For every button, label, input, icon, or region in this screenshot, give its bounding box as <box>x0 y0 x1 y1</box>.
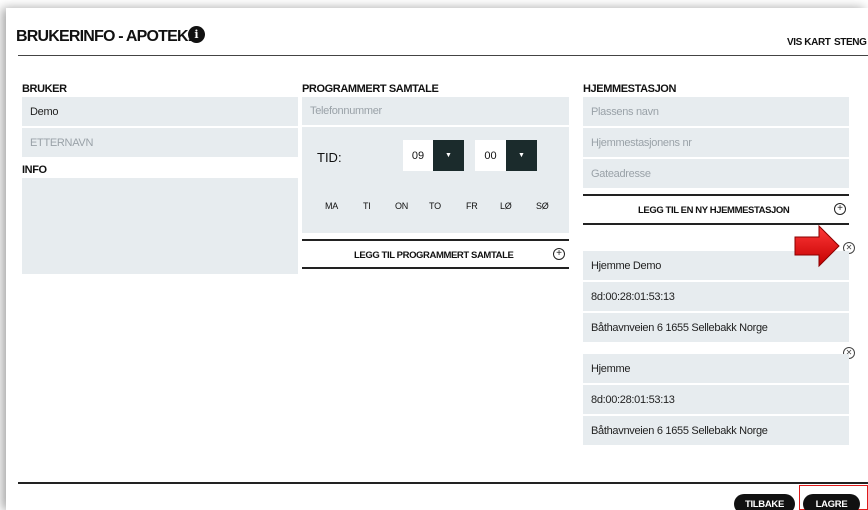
place-name-field[interactable]: Plassens navn <box>583 97 849 126</box>
hour-value[interactable]: 09 <box>403 140 433 171</box>
first-name-field[interactable]: Demo <box>22 97 298 126</box>
station-1-mac: 8d:00:28:01:53:13 <box>583 282 849 311</box>
day-toggle-ti[interactable]: TI <box>363 201 371 211</box>
add-call-bottom-divider <box>302 267 569 269</box>
add-station-plus-icon[interactable]: + <box>834 203 846 215</box>
add-new-station-button[interactable]: LEGG TIL EN NY HJEMMESTASJON <box>638 205 790 216</box>
add-call-plus-icon[interactable]: + <box>553 248 565 260</box>
station-1-address: Båthavnveien 6 1655 Sellebakk Norge <box>583 313 849 342</box>
time-label: TID: <box>317 150 342 165</box>
day-toggle-fr[interactable]: FR <box>466 201 478 211</box>
info-icon[interactable]: i <box>188 26 205 43</box>
footer-divider <box>18 482 868 484</box>
station-2-mac: 8d:00:28:01:53:13 <box>583 385 849 414</box>
back-button[interactable]: TILBAKE <box>734 494 795 510</box>
day-toggle-lo[interactable]: LØ <box>500 201 512 211</box>
minute-value[interactable]: 00 <box>475 140 506 171</box>
phone-field[interactable]: Telefonnummer <box>302 97 569 125</box>
station-number-field[interactable]: Hjemmestasjonens nr <box>583 128 849 157</box>
minute-dropdown-icon[interactable]: ▼ <box>506 140 537 171</box>
last-name-field[interactable]: ETTERNAVN <box>22 128 298 157</box>
close-link[interactable]: STENG <box>834 37 867 48</box>
programmert-samtale-label: PROGRAMMERT SAMTALE <box>302 83 439 95</box>
station-2-address: Båthavnveien 6 1655 Sellebakk Norge <box>583 416 849 445</box>
header-divider <box>18 55 868 56</box>
day-toggle-on[interactable]: ON <box>395 201 408 211</box>
annotation-arrow-icon <box>794 224 840 268</box>
add-scheduled-call-button[interactable]: LEGG TIL PROGRAMMERT SAMTALE <box>354 250 514 261</box>
station-2-name: Hjemme <box>583 354 849 383</box>
info-textarea[interactable] <box>22 178 298 274</box>
page-title: BRUKERINFO - APOTEK1 <box>16 28 197 45</box>
bruker-label: BRUKER <box>22 83 67 95</box>
add-call-top-divider <box>302 239 569 241</box>
add-station-top-divider <box>583 194 849 196</box>
info-label: INFO <box>22 164 47 176</box>
save-button[interactable]: LAGRE <box>803 494 860 510</box>
hour-dropdown-icon[interactable]: ▼ <box>433 140 464 171</box>
show-map-link[interactable]: VIS KART <box>787 37 831 48</box>
day-toggle-to[interactable]: TO <box>429 201 441 211</box>
day-toggle-so[interactable]: SØ <box>536 201 549 211</box>
hjemmestasjon-label: HJEMMESTASJON <box>583 83 676 95</box>
day-toggle-ma[interactable]: MA <box>325 201 338 211</box>
street-address-field[interactable]: Gateadresse <box>583 159 849 188</box>
